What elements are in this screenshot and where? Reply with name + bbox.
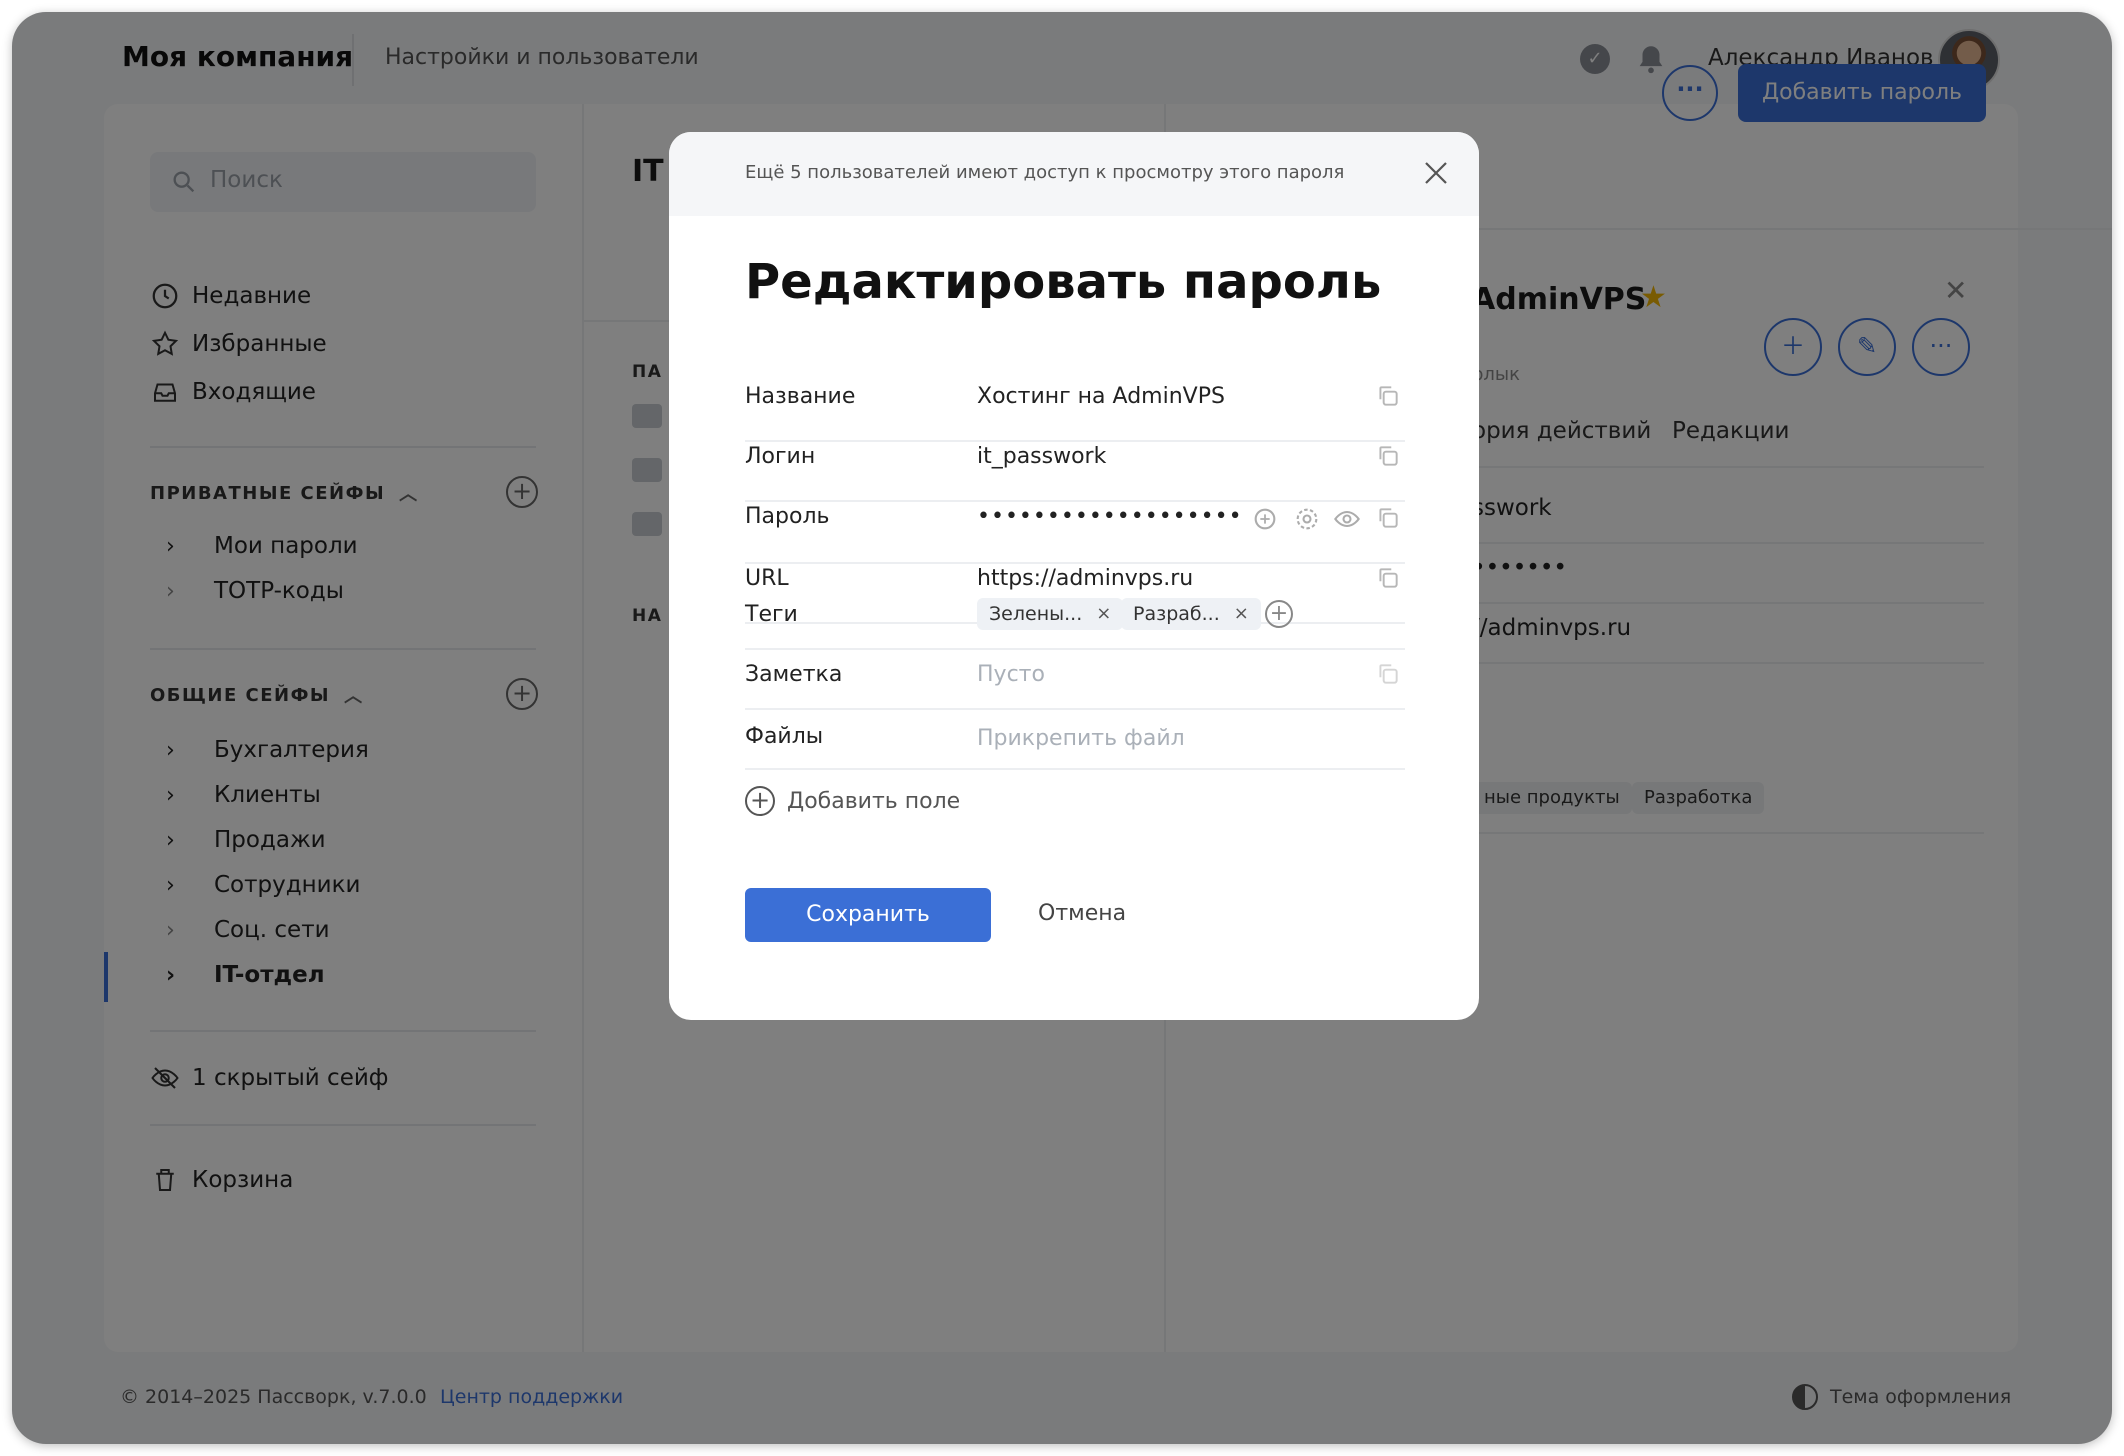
password-field[interactable]: ••••••••••••••••••• xyxy=(977,504,1243,529)
copy-icon[interactable] xyxy=(1375,564,1401,592)
tag-chip[interactable]: Разраб... × xyxy=(1121,598,1261,630)
add-field-label: Добавить поле xyxy=(787,788,961,814)
close-icon[interactable] xyxy=(1421,158,1451,188)
save-button[interactable]: Сохранить xyxy=(745,888,991,942)
note-field[interactable]: Пусто xyxy=(977,662,1045,687)
edit-password-dialog: Ещё 5 пользователей имеют доступ к просм… xyxy=(669,132,1479,1020)
divider xyxy=(745,440,1405,442)
plus-circle-icon: + xyxy=(745,786,775,816)
access-banner: Ещё 5 пользователей имеют доступ к просм… xyxy=(669,132,1479,216)
attach-file-link[interactable]: Прикрепить файл xyxy=(977,726,1185,751)
files-label: Файлы xyxy=(745,724,824,749)
gear-icon[interactable] xyxy=(1293,505,1321,533)
copy-icon[interactable] xyxy=(1375,660,1401,688)
remove-tag-icon[interactable]: × xyxy=(1096,598,1111,630)
copy-icon[interactable] xyxy=(1375,382,1401,410)
banner-text: Ещё 5 пользователей имеют доступ к просм… xyxy=(745,162,1345,183)
cancel-button[interactable]: Отмена xyxy=(1038,901,1126,926)
tag-label: Разраб... xyxy=(1133,603,1220,625)
tag-label: Зелены... xyxy=(989,603,1083,625)
name-label: Название xyxy=(745,384,856,409)
add-field-button[interactable]: + Добавить поле xyxy=(745,786,960,816)
divider xyxy=(745,648,1405,650)
copy-icon[interactable] xyxy=(1375,504,1401,532)
app-window: Моя компания Настройки и пользователи ✓ … xyxy=(12,12,2112,1444)
divider xyxy=(745,500,1405,502)
name-field[interactable]: Хостинг на AdminVPS xyxy=(977,384,1225,409)
note-label: Заметка xyxy=(745,662,843,687)
generate-password-icon[interactable] xyxy=(1251,505,1279,533)
login-label: Логин xyxy=(745,444,816,469)
url-label: URL xyxy=(745,566,789,591)
tags-label: Теги xyxy=(745,602,798,627)
copy-icon[interactable] xyxy=(1375,442,1401,470)
tag-chip[interactable]: Зелены... × xyxy=(977,598,1124,630)
url-field[interactable]: https://adminvps.ru xyxy=(977,566,1193,591)
divider xyxy=(745,768,1405,770)
divider xyxy=(745,708,1405,710)
login-field[interactable]: it_passwork xyxy=(977,444,1106,469)
add-tag-icon[interactable]: + xyxy=(1265,600,1293,628)
remove-tag-icon[interactable]: × xyxy=(1234,598,1249,630)
eye-icon[interactable] xyxy=(1333,505,1361,533)
divider xyxy=(745,562,1405,564)
password-label: Пароль xyxy=(745,504,830,529)
dialog-title: Редактировать пароль xyxy=(745,254,1382,310)
